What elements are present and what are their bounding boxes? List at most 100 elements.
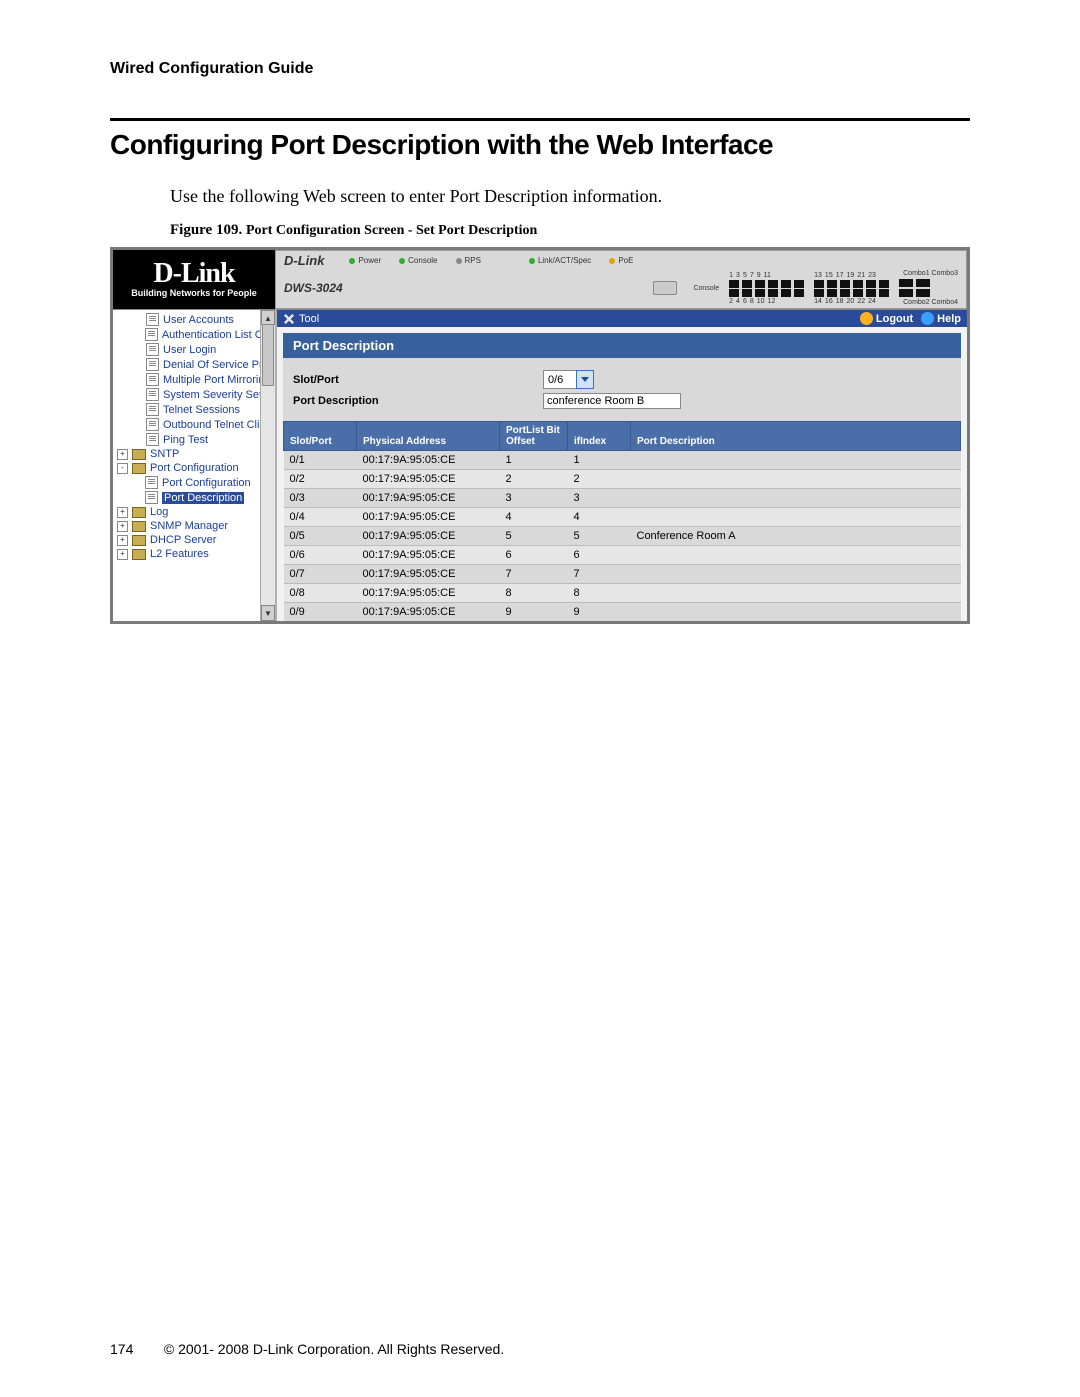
expand-icon[interactable]: + bbox=[117, 549, 128, 560]
port-description-label: Port Description bbox=[293, 395, 543, 407]
folder-icon bbox=[132, 521, 146, 532]
port-jack-icon bbox=[781, 280, 791, 288]
port-number: 23 bbox=[868, 272, 876, 279]
table-row[interactable]: 0/900:17:9A:95:05:CE99 bbox=[284, 603, 961, 622]
nav-item[interactable]: Ping Test bbox=[117, 432, 275, 447]
nav-item[interactable]: Denial Of Service Prot bbox=[117, 357, 275, 372]
expand-icon[interactable]: + bbox=[117, 507, 128, 518]
nav-item[interactable]: Port Description bbox=[117, 490, 275, 505]
scroll-thumb[interactable] bbox=[262, 324, 274, 386]
document-icon bbox=[146, 388, 159, 401]
nav-item-label[interactable]: Denial Of Service Prot bbox=[163, 359, 272, 371]
port-number: 4 bbox=[736, 298, 740, 305]
slot-port-select[interactable]: 0/6 bbox=[543, 370, 594, 389]
table-cell: 0/4 bbox=[284, 508, 357, 527]
nav-item[interactable]: Telnet Sessions bbox=[117, 402, 275, 417]
nav-item[interactable]: User Login bbox=[117, 342, 275, 357]
document-icon bbox=[146, 373, 159, 386]
table-row[interactable]: 0/700:17:9A:95:05:CE77 bbox=[284, 565, 961, 584]
brand-tagline: Building Networks for People bbox=[131, 288, 257, 298]
table-cell bbox=[631, 603, 961, 622]
nav-item-label[interactable]: Port Configuration bbox=[162, 477, 251, 489]
table-cell: 1 bbox=[500, 451, 568, 470]
port-jack-icon bbox=[827, 289, 837, 297]
table-row[interactable]: 0/600:17:9A:95:05:CE66 bbox=[284, 546, 961, 565]
nav-tree[interactable]: User Accounts Authentication List Con User… bbox=[113, 310, 277, 621]
nav-item-label[interactable]: Authentication List Con bbox=[162, 329, 275, 341]
port-jack-icon bbox=[853, 289, 863, 297]
nav-item-label[interactable]: Port Configuration bbox=[150, 462, 239, 474]
nav-item[interactable]: + Log bbox=[117, 505, 275, 519]
port-number: 8 bbox=[750, 298, 754, 305]
port-number: 7 bbox=[750, 272, 754, 279]
device-panel: D-Link Power Console RPS Link/ACT/Spec P… bbox=[275, 250, 967, 309]
port-jack-icon bbox=[742, 289, 752, 297]
nav-item[interactable]: - Port Configuration bbox=[117, 461, 275, 475]
expand-icon[interactable]: + bbox=[117, 521, 128, 532]
logout-button[interactable]: Logout bbox=[860, 312, 913, 325]
table-header: Physical Address bbox=[357, 422, 500, 451]
help-button[interactable]: Help bbox=[921, 312, 961, 325]
table-header: PortList Bit Offset bbox=[500, 422, 568, 451]
scroll-up-icon[interactable]: ▲ bbox=[261, 310, 275, 325]
combo-label-2: Combo2 Combo4 bbox=[903, 299, 958, 306]
chevron-down-icon[interactable] bbox=[576, 370, 594, 389]
table-row[interactable]: 0/500:17:9A:95:05:CE55Conference Room A bbox=[284, 527, 961, 546]
nav-item[interactable]: + L2 Features bbox=[117, 547, 275, 561]
table-cell bbox=[631, 584, 961, 603]
tool-label[interactable]: Tool bbox=[299, 313, 319, 325]
nav-item-label[interactable]: Outbound Telnet Clien bbox=[163, 419, 272, 431]
logout-label: Logout bbox=[876, 313, 913, 325]
nav-item-label[interactable]: User Accounts bbox=[163, 314, 234, 326]
scroll-down-icon[interactable]: ▼ bbox=[261, 605, 275, 621]
port-number: 3 bbox=[736, 272, 740, 279]
table-cell: 3 bbox=[500, 489, 568, 508]
nav-item-label[interactable]: Ping Test bbox=[163, 434, 208, 446]
nav-item[interactable]: + SNTP bbox=[117, 447, 275, 461]
led-poe: PoE bbox=[609, 256, 633, 265]
page-title: Port Description bbox=[283, 333, 961, 358]
expand-icon[interactable]: + bbox=[117, 449, 128, 460]
table-cell: 00:17:9A:95:05:CE bbox=[357, 546, 500, 565]
nav-item[interactable]: Authentication List Con bbox=[117, 327, 275, 342]
port-number: 20 bbox=[847, 298, 855, 305]
nav-item-label[interactable]: DHCP Server bbox=[150, 534, 216, 546]
nav-item[interactable]: User Accounts bbox=[117, 312, 275, 327]
port-jack-icon bbox=[768, 280, 778, 288]
port-number: 12 bbox=[768, 298, 776, 305]
nav-item[interactable]: + SNMP Manager bbox=[117, 519, 275, 533]
table-row[interactable]: 0/100:17:9A:95:05:CE11 bbox=[284, 451, 961, 470]
port-block-1: 135791124681012 bbox=[729, 272, 804, 305]
nav-item-label[interactable]: Telnet Sessions bbox=[163, 404, 240, 416]
table-row[interactable]: 0/400:17:9A:95:05:CE44 bbox=[284, 508, 961, 527]
table-row[interactable]: 0/800:17:9A:95:05:CE88 bbox=[284, 584, 961, 603]
nav-item-label[interactable]: User Login bbox=[163, 344, 216, 356]
table-row[interactable]: 0/200:17:9A:95:05:CE22 bbox=[284, 470, 961, 489]
nav-item[interactable]: Multiple Port Mirroring bbox=[117, 372, 275, 387]
table-cell: 2 bbox=[500, 470, 568, 489]
slot-port-label: Slot/Port bbox=[293, 374, 543, 386]
port-description-input[interactable] bbox=[543, 393, 681, 409]
expand-icon[interactable]: - bbox=[117, 463, 128, 474]
table-cell: 4 bbox=[568, 508, 631, 527]
nav-item-label[interactable]: SNTP bbox=[150, 448, 179, 460]
nav-item-label[interactable]: Multiple Port Mirroring bbox=[163, 374, 271, 386]
copyright: © 2001- 2008 D-Link Corporation. All Rig… bbox=[164, 1341, 504, 1357]
table-row[interactable]: 0/300:17:9A:95:05:CE33 bbox=[284, 489, 961, 508]
nav-item[interactable]: Port Configuration bbox=[117, 475, 275, 490]
expand-icon[interactable]: + bbox=[117, 535, 128, 546]
nav-item[interactable]: Outbound Telnet Clien bbox=[117, 417, 275, 432]
port-number: 6 bbox=[743, 298, 747, 305]
nav-item[interactable]: + DHCP Server bbox=[117, 533, 275, 547]
slot-port-value: 0/6 bbox=[543, 370, 576, 389]
port-number: 1 bbox=[729, 272, 733, 279]
nav-scrollbar[interactable]: ▲ ▼ bbox=[260, 310, 275, 621]
table-cell: 1 bbox=[568, 451, 631, 470]
nav-item-label[interactable]: System Severity Settin bbox=[163, 389, 274, 401]
nav-item-label[interactable]: L2 Features bbox=[150, 548, 209, 560]
nav-item-label[interactable]: SNMP Manager bbox=[150, 520, 228, 532]
nav-item-label[interactable]: Log bbox=[150, 506, 168, 518]
table-cell: 00:17:9A:95:05:CE bbox=[357, 470, 500, 489]
table-cell: 9 bbox=[568, 603, 631, 622]
nav-item[interactable]: System Severity Settin bbox=[117, 387, 275, 402]
